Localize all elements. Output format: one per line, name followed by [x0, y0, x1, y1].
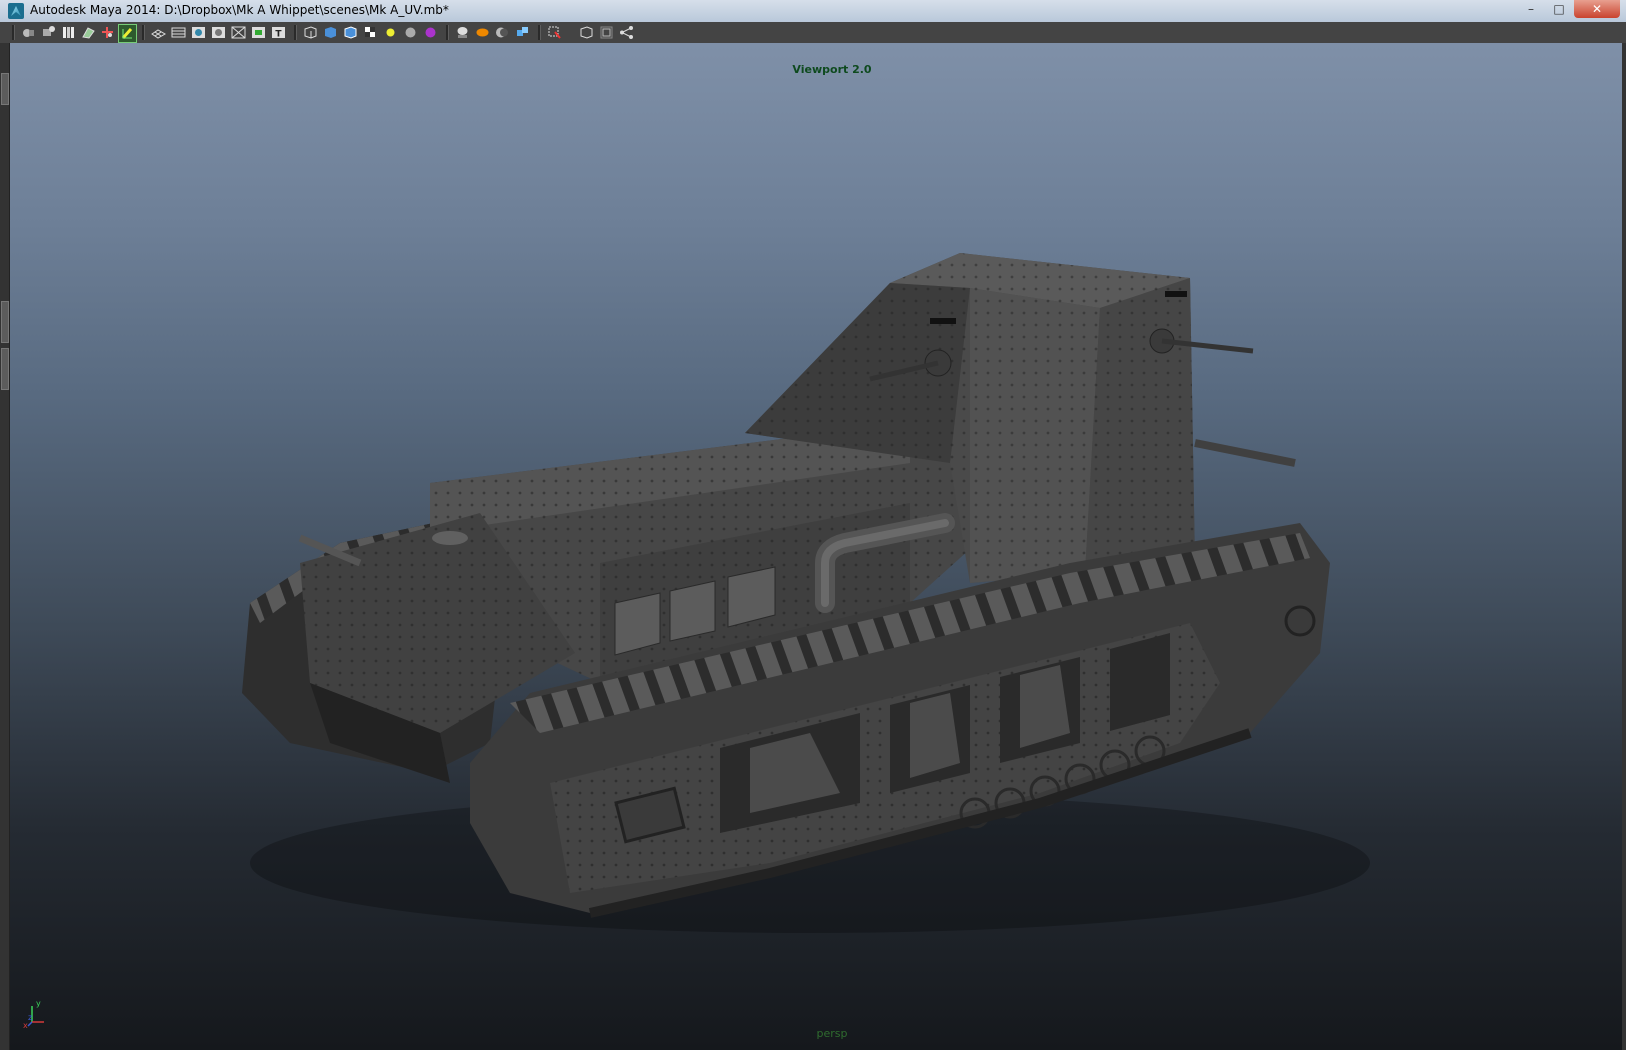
- select-camera-icon[interactable]: [20, 24, 37, 41]
- axis-y-label: y: [36, 999, 41, 1008]
- screen-space-ao-icon[interactable]: [422, 24, 439, 41]
- panel-resize-handle[interactable]: [1, 348, 9, 390]
- drive-sprocket: [1284, 605, 1316, 637]
- xray-icon[interactable]: [546, 24, 563, 41]
- perspective-viewport[interactable]: Viewport 2.0 persp y x z: [10, 43, 1622, 1050]
- two-d-pan-zoom-icon[interactable]: [99, 24, 116, 41]
- panel-resize-handle[interactable]: [1, 73, 9, 105]
- tank-model[interactable]: [10, 43, 1622, 1050]
- view-axis-icon: y x z: [23, 999, 44, 1028]
- axis-z-label: z: [28, 1013, 32, 1022]
- camera-name-label: persp: [816, 1027, 848, 1040]
- maya-logo-icon[interactable]: [8, 3, 24, 19]
- right-panel-strip: [1622, 43, 1626, 1050]
- gate-mask-icon[interactable]: [210, 24, 227, 41]
- shadows-icon[interactable]: [402, 24, 419, 41]
- xray-components-icon[interactable]: [598, 24, 615, 41]
- axis-x-label: x: [23, 1021, 28, 1028]
- grid-icon[interactable]: [150, 24, 167, 41]
- grease-pencil-icon[interactable]: [118, 24, 137, 43]
- left-panel-strip: [0, 43, 10, 1050]
- film-gate-icon[interactable]: [170, 24, 187, 41]
- camera-attributes-icon[interactable]: [40, 24, 57, 41]
- title-bar: Autodesk Maya 2014: D:\Dropbox\Mk A Whip…: [0, 0, 1626, 23]
- share-icon[interactable]: [618, 24, 635, 41]
- svg-text:T: T: [275, 30, 282, 40]
- use-all-lights-icon[interactable]: [382, 24, 399, 41]
- front-skid: [1194, 439, 1296, 467]
- toolbar-separator: [142, 25, 145, 40]
- smooth-shade-icon[interactable]: [322, 24, 339, 41]
- wireframe-on-shaded-icon[interactable]: [342, 24, 359, 41]
- multisample-aa-icon[interactable]: [474, 24, 491, 41]
- vision-slit: [1165, 291, 1187, 297]
- depth-of-field-icon[interactable]: [494, 24, 511, 41]
- close-button[interactable]: ✕: [1574, 0, 1620, 18]
- rear-hatch: [432, 531, 468, 545]
- toolbar-separator: [446, 25, 449, 40]
- bookmarks-icon[interactable]: [60, 24, 77, 41]
- toolbar-separator: [12, 25, 15, 40]
- panel-toolbar: T: [0, 22, 1626, 44]
- field-chart-icon[interactable]: [230, 24, 247, 41]
- motion-blur-icon[interactable]: [454, 24, 471, 41]
- safe-action-icon[interactable]: [250, 24, 267, 41]
- toolbar-separator: [294, 25, 297, 40]
- textured-icon[interactable]: [362, 24, 379, 41]
- toolbar-separator: [538, 25, 541, 40]
- panel-resize-handle[interactable]: [1, 301, 9, 343]
- renderer-label: Viewport 2.0: [792, 63, 872, 76]
- safe-title-icon[interactable]: T: [270, 24, 287, 41]
- maximize-button[interactable]: □: [1546, 0, 1572, 18]
- image-plane-icon[interactable]: [80, 24, 97, 41]
- vision-slit: [930, 318, 956, 324]
- minimize-button[interactable]: –: [1518, 0, 1544, 18]
- resolution-gate-icon[interactable]: [190, 24, 207, 41]
- xray-joints-icon[interactable]: [578, 24, 595, 41]
- window-title: Autodesk Maya 2014: D:\Dropbox\Mk A Whip…: [30, 3, 449, 17]
- wireframe-icon[interactable]: [302, 24, 319, 41]
- isolate-select-icon[interactable]: [514, 24, 531, 41]
